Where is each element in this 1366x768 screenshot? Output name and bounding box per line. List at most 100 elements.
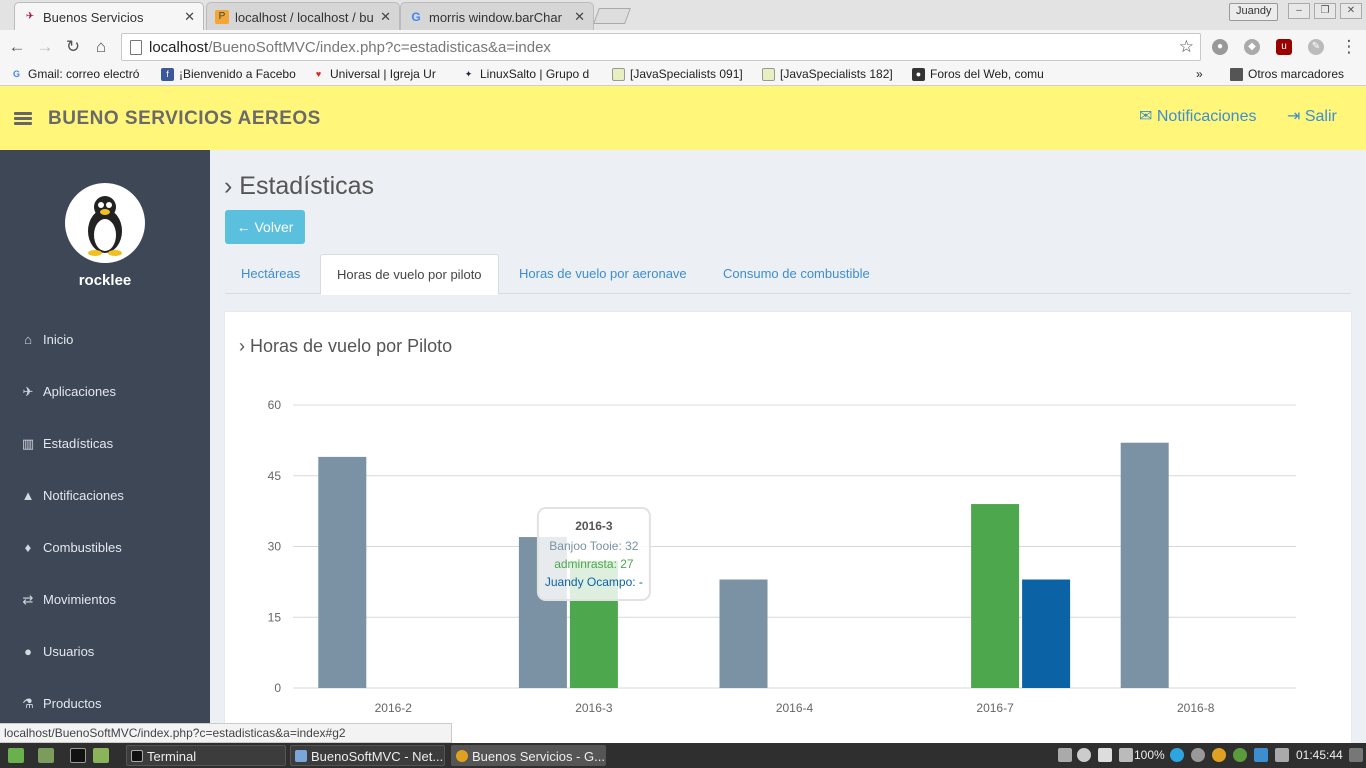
mint-menu-icon[interactable] [8, 748, 24, 763]
browser-tab-google[interactable]: G morris window.barChar ✕ [400, 2, 594, 30]
sidebar-item-estadisticas[interactable]: ▥ Estadísticas [20, 436, 113, 452]
facebook-icon: f [161, 68, 174, 81]
folder-icon [1230, 68, 1243, 81]
chat-tray-icon[interactable] [1191, 748, 1205, 762]
extension-pin-icon[interactable]: ● [1212, 39, 1228, 55]
battery-icon[interactable] [1119, 748, 1133, 762]
stats-tabs: Hectáreas Horas de vuelo por piloto Hora… [225, 254, 1351, 295]
sidebar-item-label: Movimientos [43, 592, 116, 607]
forward-arrow-icon[interactable]: → [34, 36, 56, 58]
bookmark-facebook[interactable]: f ¡Bienvenido a Facebo [161, 67, 301, 81]
tint-icon: ♦ [24, 540, 32, 555]
dropbox-tray-icon[interactable] [1254, 748, 1268, 762]
arrow-left-icon: ← [236, 219, 251, 235]
notifications-link[interactable]: ✉ Notificaciones [1139, 106, 1256, 126]
x-tick-label: 2016-2 [375, 701, 413, 715]
close-tab-icon[interactable]: ✕ [184, 9, 195, 25]
chart-bar [1022, 579, 1071, 688]
battery-percent: 100% [1134, 748, 1165, 762]
penguin-icon: ✦ [464, 69, 473, 79]
tab-consumo-combustible[interactable]: Consumo de combustible [707, 254, 886, 295]
y-tick-label: 30 [268, 540, 282, 554]
show-desktop-corner-icon[interactable] [1349, 748, 1363, 762]
chrome-tray-icon[interactable] [1212, 748, 1226, 762]
hamburger-menu-icon[interactable] [14, 112, 32, 126]
bookmark-javaspecialists-091[interactable]: [JavaSpecialists 091] [612, 67, 752, 81]
terminal-launcher-icon[interactable] [70, 748, 86, 763]
sidebar-item-aplicaciones[interactable]: ✈ Aplicaciones [20, 384, 116, 400]
sidebar-item-usuarios[interactable]: ● Usuarios [20, 644, 94, 659]
back-button[interactable]: ← Volver [225, 210, 305, 244]
chart-bar [318, 456, 367, 688]
telegram-icon[interactable] [1170, 748, 1184, 762]
bookmark-universal[interactable]: ♥ Universal | Igreja Ur [312, 67, 452, 81]
browser-tab-phpmyadmin[interactable]: P localhost / localhost / bu ✕ [206, 2, 400, 30]
sidebar-item-label: Notificaciones [43, 488, 124, 503]
sidebar-item-inicio[interactable]: ⌂ Inicio [20, 332, 73, 347]
volume-icon[interactable] [1098, 748, 1112, 762]
bookmark-folder-other[interactable]: Otros marcadores [1230, 67, 1344, 81]
bar-chart-icon: ▥ [21, 436, 35, 451]
update-tray-icon[interactable] [1275, 748, 1289, 762]
network-tray-icon[interactable] [1058, 748, 1072, 762]
bookmark-label: Foros del Web, comu [930, 67, 1044, 81]
tab-hectareas[interactable]: Hectáreas [225, 254, 316, 295]
y-tick-label: 60 [268, 398, 282, 412]
brand-title[interactable]: BUENO SERVICIOS AEREOS [48, 108, 321, 130]
taskbar-window-netbeans[interactable]: BuenoSoftMVC - Net... [290, 745, 445, 766]
sidebar-item-notificaciones[interactable]: ▲ Notificaciones [20, 488, 124, 503]
sidebar-item-movimientos[interactable]: ⇄ Movimientos [20, 592, 116, 608]
bookmarks-overflow-button[interactable]: » [1196, 67, 1203, 81]
feather-extension-icon[interactable]: ✎ [1308, 39, 1324, 55]
netbeans-icon [295, 750, 307, 762]
home-icon[interactable]: ⌂ [90, 36, 112, 58]
url-path: /BuenoSoftMVC/index.php?c=estadisticas&a… [208, 39, 551, 56]
terminal-icon [131, 750, 143, 762]
notifications-label: Notificaciones [1156, 108, 1257, 125]
logout-link[interactable]: ⇥ Salir [1287, 106, 1337, 126]
sidebar-item-productos[interactable]: ⚗ Productos [20, 696, 101, 712]
taskbar-window-chrome[interactable]: Buenos Servicios - G... [451, 745, 606, 766]
bookmark-linuxsalto[interactable]: ✦ LinuxSalto | Grupo d [462, 67, 602, 81]
show-desktop-icon[interactable] [38, 748, 54, 763]
sidebar-item-label: Aplicaciones [43, 384, 116, 399]
address-bar[interactable]: localhost/BuenoSoftMVC/index.php?c=estad… [121, 33, 1201, 61]
shield-icon[interactable] [1233, 748, 1247, 762]
users-icon: ● [24, 644, 32, 659]
browser-tab-buenos-servicios[interactable]: ✈ Buenos Servicios ✕ [14, 2, 204, 30]
taskbar-window-terminal[interactable]: Terminal [126, 745, 286, 766]
close-window-icon[interactable]: ✕ [1340, 3, 1362, 19]
maximize-window-icon[interactable]: ❐ [1314, 3, 1336, 19]
taskbar-window-label: Terminal [147, 749, 197, 764]
chart-bar [971, 504, 1020, 688]
tooltip-line: Juandy Ocampo: - [545, 575, 643, 589]
bookmark-star-icon[interactable]: ☆ [1179, 37, 1194, 57]
new-tab-button[interactable] [593, 8, 631, 24]
plane-icon: ✈ [22, 384, 34, 399]
avatar[interactable] [65, 183, 145, 263]
tux-avatar-icon [88, 196, 122, 256]
sidebar: rocklee ⌂ Inicio ✈ Aplicaciones ▥ Estadísti… [0, 150, 210, 743]
tab-horas-aeronave[interactable]: Horas de vuelo por aeronave [503, 254, 703, 295]
minimize-window-icon[interactable]: – [1288, 3, 1310, 19]
logout-label: Salir [1304, 108, 1337, 125]
bookmark-label: LinuxSalto | Grupo d [480, 67, 590, 81]
sidebar-item-combustibles[interactable]: ♦ Combustibles [20, 540, 122, 555]
files-launcher-icon[interactable] [93, 748, 109, 763]
close-tab-icon[interactable]: ✕ [380, 9, 391, 25]
reload-icon[interactable]: ↻ [62, 36, 84, 58]
close-tab-icon[interactable]: ✕ [574, 9, 585, 25]
wifi-icon[interactable] [1077, 748, 1091, 762]
bookmark-label: ¡Bienvenido a Facebo [179, 67, 296, 81]
dropbox-icon[interactable]: ◆ [1244, 39, 1260, 55]
browser-user-chip[interactable]: Juandy [1229, 3, 1279, 21]
bookmark-label: Universal | Igreja Ur [330, 67, 436, 81]
tab-horas-piloto[interactable]: Horas de vuelo por piloto [320, 254, 499, 295]
bookmark-forosdelweb[interactable]: ● Foros del Web, comu [912, 67, 1052, 81]
bookmark-javaspecialists-182[interactable]: [JavaSpecialists 182] [762, 67, 902, 81]
back-arrow-icon[interactable]: ← [6, 36, 28, 58]
ublock-icon[interactable]: u [1276, 39, 1292, 55]
y-tick-label: 45 [268, 469, 282, 483]
bookmark-gmail[interactable]: G Gmail: correo electró [10, 67, 150, 81]
browser-menu-icon[interactable]: ⋮ [1338, 36, 1360, 58]
